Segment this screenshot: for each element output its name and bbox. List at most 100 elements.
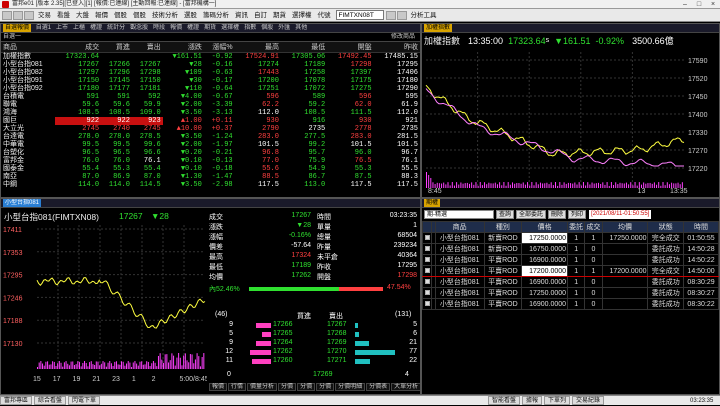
quote-tab[interactable]: 觀念股 <box>130 25 148 31</box>
order-row[interactable]: 小型台指081 平賣ROD 16900.0000 1 0 委託成功 14:50:22 <box>422 254 719 266</box>
order-row[interactable]: 小型台指081 平賣ROD 17200.0000 1 1 17200.0000 完全成交 14… <box>422 265 719 277</box>
menu-item[interactable]: 個股 <box>114 12 127 19</box>
quote-row[interactable]: 聯電 59.6 59.6 59.9 ▼2.00 -3.39 62.2 59.2 62.0 61.9 <box>1 101 420 109</box>
query-button[interactable]: 查詢 <box>496 210 515 219</box>
status-button[interactable]: 下單列 <box>544 396 571 405</box>
detail-tab[interactable]: 分價 <box>278 383 297 391</box>
quote-row[interactable]: 台達電 278.0 278.0 278.5 ▼3.50 -1.24 283.0 277.5 28… <box>1 133 420 141</box>
ob-ask-price[interactable]: 17268 <box>327 330 346 337</box>
quote-column-header[interactable]: 賣出 <box>131 42 163 53</box>
menu-item[interactable]: 大盤 <box>76 12 89 19</box>
quote-row[interactable]: 加權指數 17323.64 ▼161.51 -0.92 17524.91 17305.06… <box>1 53 420 62</box>
ob-ask-price[interactable]: 17267 <box>327 321 346 328</box>
quote-tab[interactable]: 個股 <box>261 25 273 31</box>
toolbar-home-icon[interactable] <box>2 10 12 20</box>
order-column-header[interactable]: 價格 <box>521 221 569 233</box>
ob-ask-price[interactable]: 17271 <box>327 357 346 364</box>
menu-item[interactable]: 自訂 <box>254 12 267 19</box>
maximize-icon[interactable]: □ <box>692 0 706 9</box>
ob-ask-price[interactable]: 17270 <box>327 348 346 355</box>
status-button[interactable]: 交易紀錄 <box>572 396 605 405</box>
quote-tab[interactable]: 權證 <box>90 25 102 31</box>
status-tab[interactable]: 綜合看盤 <box>34 396 67 405</box>
quote-row[interactable]: 富邦金 76.0 76.0 76.1 ▼0.10 -0.13 77.0 75.9 76.5 76.… <box>1 157 420 165</box>
order-checkbox-cell[interactable] <box>422 232 433 244</box>
quote-row[interactable]: 中華電 99.5 99.5 99.6 ▼2.00 -1.97 101.5 99.2 101.5 1… <box>1 141 420 149</box>
toolbar-grid-icon[interactable] <box>24 10 34 20</box>
watchlist-name[interactable]: 自選一 <box>3 33 21 41</box>
quote-row[interactable]: 鴻海 108.5 108.5 109.0 ▼3.50 -3.13 112.0 108.5 111… <box>1 109 420 117</box>
order-checkbox-cell[interactable] <box>422 243 433 255</box>
order-checkbox-cell[interactable] <box>422 276 433 288</box>
quote-row[interactable]: 小型台指082 17297 17296 17298 ▼109 -0.63 17443 1725… <box>1 69 420 77</box>
order-row[interactable]: 小型台指081 平賣ROD 16900.0000 1 0 委託成功 08:30:22 <box>422 298 719 310</box>
detail-panel-tag[interactable]: 小型台指081 <box>3 199 42 207</box>
menu-item[interactable]: 報價 <box>95 12 108 19</box>
quote-column-header[interactable]: 最高 <box>234 42 281 53</box>
ob-bid-price[interactable]: 17266 <box>273 321 292 328</box>
detail-tab[interactable]: 分價 <box>316 383 335 391</box>
status-button[interactable]: 智能看盤 <box>488 396 521 405</box>
order-checkbox-cell[interactable] <box>422 287 433 299</box>
order-checkbox-cell[interactable] <box>422 254 433 266</box>
menu-item[interactable]: 看盤 <box>57 12 70 19</box>
detail-tab[interactable]: 分價明細 <box>335 383 366 391</box>
quote-column-header[interactable]: 開盤 <box>327 42 374 53</box>
minimize-icon[interactable]: – <box>678 0 692 9</box>
menu-item[interactable]: 選股 <box>184 12 197 19</box>
ob-bid-price[interactable]: 17260 <box>273 357 292 364</box>
order-checkbox[interactable] <box>424 267 430 273</box>
status-button[interactable]: 據報 <box>522 396 543 405</box>
order-column-header[interactable]: 種別 <box>483 221 523 233</box>
quote-panel-tag[interactable]: 自選報價 <box>3 24 32 32</box>
quote-column-header[interactable]: 昨收 <box>373 42 420 53</box>
order-checkbox-cell[interactable] <box>422 298 433 310</box>
order-column-header[interactable]: 狀態 <box>647 221 685 233</box>
quote-tab[interactable]: 其他 <box>295 25 307 31</box>
quote-tab[interactable]: 期貨 <box>204 25 216 31</box>
menu-analysis-tools[interactable]: 分析工具 <box>411 9 437 22</box>
status-tab[interactable]: 富邦專區 <box>0 396 33 405</box>
quote-column-header[interactable]: 買進 <box>101 42 132 53</box>
quote-row[interactable]: 小型台指092 17180 17177 17181 ▼110 -0.64 17251 1707… <box>1 85 420 93</box>
quote-tab[interactable]: 自選1 <box>36 25 51 31</box>
menu-item[interactable]: 技術分析 <box>152 12 178 19</box>
order-column-header[interactable]: 成交 <box>584 221 603 233</box>
quote-tab[interactable]: 統計分 <box>107 25 125 31</box>
toolbar-star-icon[interactable] <box>396 10 407 20</box>
quote-column-header[interactable]: 漲跌 <box>162 42 204 53</box>
quote-row[interactable]: 南亞 87.0 86.9 87.0 ▼1.30 -1.47 88.5 86.7 87.5 88.3 <box>1 173 420 181</box>
quote-column-header[interactable]: 漲幅% <box>203 42 235 53</box>
quote-tab[interactable]: 時段 <box>153 25 165 31</box>
toolbar-search-icon[interactable] <box>385 10 396 20</box>
detail-tab[interactable]: 分價 <box>297 383 316 391</box>
quote-column-header[interactable]: 商品 <box>1 42 55 53</box>
detail-tab[interactable]: 分價表 <box>366 383 391 391</box>
edit-items-button[interactable]: 修改商品 <box>391 33 415 41</box>
quote-tab[interactable]: 上櫃 <box>73 25 85 31</box>
order-column-header[interactable]: 時間 <box>683 221 719 233</box>
order-panel-tag[interactable]: 期權 <box>424 199 441 207</box>
order-checkbox[interactable] <box>424 289 430 295</box>
quote-column-header[interactable]: 最低 <box>280 42 328 53</box>
toolbar-refresh-icon[interactable] <box>13 10 23 20</box>
menu-item[interactable]: 資訊 <box>235 12 248 19</box>
quote-row[interactable]: 大立光 2745 2740 2745 ▲10.00 +0.37 2790 2735 2778 27… <box>1 125 420 133</box>
ob-bid-price[interactable]: 17265 <box>273 330 292 337</box>
all-orders-select[interactable]: 全部委託 <box>516 210 547 219</box>
order-column-header[interactable]: 均價 <box>601 221 649 233</box>
close-icon[interactable]: × <box>706 0 720 9</box>
detail-tab[interactable]: 價量分析 <box>247 383 278 391</box>
quote-tab[interactable]: 選擇權 <box>221 25 239 31</box>
quote-row[interactable]: 中鋼 114.0 114.0 114.5 ▼3.50 -2.98 117.5 113.0 117… <box>1 181 420 189</box>
order-checkbox[interactable] <box>424 278 430 284</box>
quote-row[interactable]: 國泰金 55.4 55.3 55.4 ▼0.10 -0.18 55.6 54.9 55.3 55.… <box>1 165 420 173</box>
quote-tab[interactable]: 報價 <box>170 25 182 31</box>
quote-column-header[interactable]: 成交 <box>54 42 102 53</box>
print-button[interactable]: 列印 <box>568 210 587 219</box>
menu-item[interactable]: 期貨 <box>273 12 286 19</box>
quote-row[interactable]: 國巨 922 922 923 ▲1.00 +0.11 930 916 930 921 <box>1 117 420 125</box>
detail-tab[interactable]: 報價 <box>209 383 228 391</box>
quote-tab[interactable]: 權證 <box>187 25 199 31</box>
ob-bid-price[interactable]: 17262 <box>273 348 292 355</box>
